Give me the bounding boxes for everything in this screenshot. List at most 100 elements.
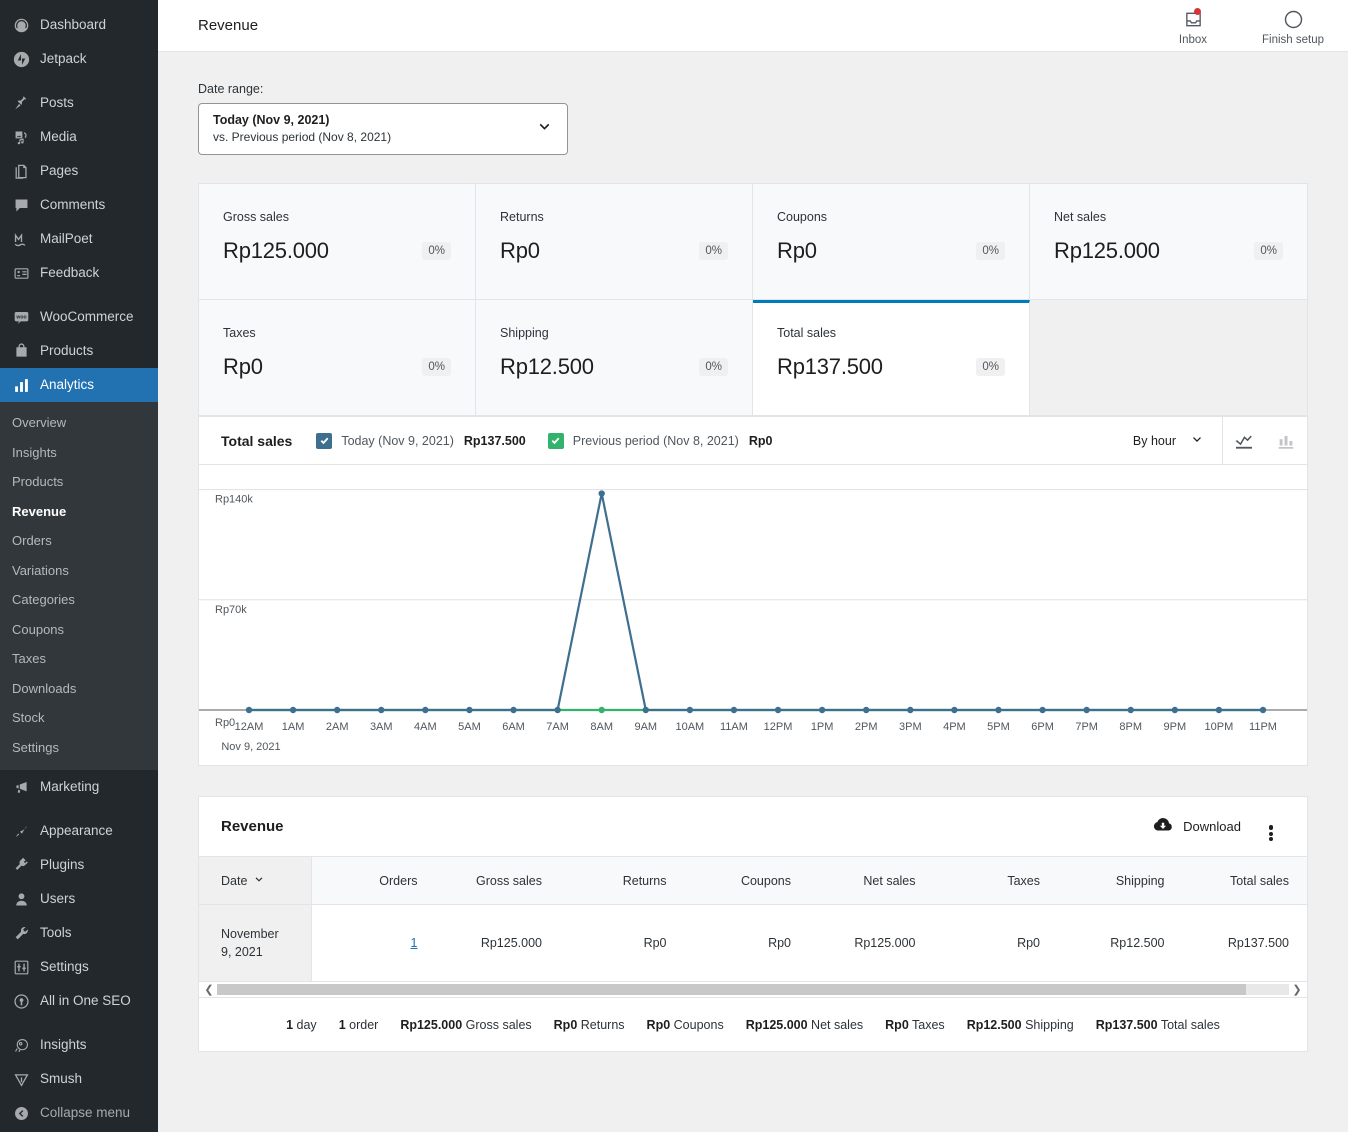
summary-card-taxes[interactable]: Taxes Rp0 0% (199, 300, 476, 416)
summary-card-returns[interactable]: Returns Rp0 0% (476, 184, 753, 300)
scroll-left-arrow-icon[interactable]: ❮ (201, 983, 217, 996)
sidebar-subitem-downloads[interactable]: Downloads (0, 674, 158, 704)
summary-card-delta: 0% (699, 358, 728, 376)
summary-card-net-sales[interactable]: Net sales Rp125.000 0% (1030, 184, 1307, 300)
scrollbar-track[interactable] (217, 984, 1289, 996)
summary-card-coupons[interactable]: Coupons Rp0 0% (753, 184, 1030, 300)
line-chart-icon[interactable] (1223, 417, 1265, 465)
summary-label: Gross sales (465, 1017, 532, 1032)
sidebar-item-marketing[interactable]: Marketing (0, 770, 158, 804)
col-header-coupons[interactable]: Coupons (684, 857, 809, 905)
sidebar-subitem-insights[interactable]: Insights (0, 438, 158, 468)
date-range-text: Today (Nov 9, 2021) vs. Previous period … (213, 112, 536, 145)
inbox-button[interactable]: Inbox (1156, 7, 1230, 46)
date-sort-control[interactable]: Date (221, 873, 265, 888)
legend-item-previous-period[interactable]: Previous period (Nov 8, 2021) Rp0 (547, 432, 772, 449)
date-range-picker[interactable]: Today (Nov 9, 2021) vs. Previous period … (198, 103, 568, 155)
summary-value: Rp125.000 (745, 1017, 808, 1032)
revenue-line-chart[interactable]: Rp0 Rp70k Rp140k 12AM 1AM 2AM 3AM 4AM 5AM 6AM 7AM 8… (199, 465, 1307, 765)
legend-item-today[interactable]: Today (Nov 9, 2021) Rp137.500 (316, 432, 526, 449)
orders-link[interactable]: 1 (411, 936, 418, 950)
col-header-shipping[interactable]: Shipping (1058, 857, 1183, 905)
svg-text:9AM: 9AM (634, 721, 657, 733)
sidebar-subitem-coupons[interactable]: Coupons (0, 615, 158, 645)
sidebar-item-appearance[interactable]: Appearance (0, 814, 158, 848)
download-button[interactable]: Download (1144, 808, 1249, 845)
cell-coupons: Rp0 (684, 904, 809, 983)
legend-value-today: Rp137.500 (463, 433, 526, 448)
col-header-orders[interactable]: Orders (311, 857, 436, 905)
table-horizontal-scrollbar[interactable]: ❮ ❯ (199, 982, 1307, 998)
sidebar-item-collapse-menu[interactable]: Collapse menu (0, 1096, 158, 1130)
sidebar-item-label: Products (40, 343, 94, 359)
date-range-primary: Today (Nov 9, 2021) (213, 113, 330, 128)
sidebar-item-products[interactable]: Products (0, 334, 158, 368)
scrollbar-thumb[interactable] (217, 984, 1247, 996)
scroll-right-arrow-icon[interactable]: ❯ (1289, 983, 1305, 996)
sidebar-item-analytics[interactable]: Analytics (0, 368, 158, 402)
col-header-total-sales[interactable]: Total sales (1182, 857, 1307, 905)
bar-chart-icon[interactable] (1265, 417, 1307, 465)
sidebar-subitem-stock[interactable]: Stock (0, 703, 158, 733)
sidebar-item-dashboard[interactable]: Dashboard (0, 8, 158, 42)
col-header-date[interactable]: Date (199, 857, 312, 905)
summary-card-delta: 0% (1254, 242, 1283, 260)
sidebar-subitem-categories[interactable]: Categories (0, 585, 158, 615)
svg-text:woo: woo (15, 314, 26, 320)
legend-checkbox-previous-period[interactable] (547, 432, 564, 449)
summary-card-label: Returns (500, 210, 544, 224)
summary-card-row: Rp125.000 0% (223, 238, 451, 264)
summary-value: 1 (286, 1017, 294, 1032)
summary-card-value: Rp137.500 (777, 354, 883, 379)
sidebar-subitem-taxes[interactable]: Taxes (0, 644, 158, 674)
sidebar-subitem-orders[interactable]: Orders (0, 526, 158, 556)
summary-value: Rp0 (553, 1017, 578, 1032)
table-header-actions: Download (1144, 808, 1285, 845)
col-header-gross-sales[interactable]: Gross sales (435, 857, 560, 905)
col-header-returns[interactable]: Returns (560, 857, 685, 905)
cell-orders: 1 (311, 904, 436, 983)
sidebar-item-pages[interactable]: Pages (0, 154, 158, 188)
sidebar-subitem-variations[interactable]: Variations (0, 556, 158, 586)
cell-taxes: Rp0 (933, 904, 1058, 983)
sidebar-item-tools[interactable]: Tools (0, 916, 158, 950)
summary-item-gross-sales: Rp125.000 Gross sales (400, 1018, 531, 1032)
finish-setup-button[interactable]: Finish setup (1256, 8, 1330, 46)
col-header-taxes[interactable]: Taxes (933, 857, 1058, 905)
sidebar-item-mailpoet[interactable]: MailPoet (0, 222, 158, 256)
sidebar-item-users[interactable]: Users (0, 882, 158, 916)
legend-checkbox-today[interactable] (316, 432, 333, 449)
sidebar-item-plugins[interactable]: Plugins (0, 848, 158, 882)
svg-text:8AM: 8AM (590, 721, 613, 733)
sidebar-item-all-in-one-seo[interactable]: All in One SEO (0, 984, 158, 1018)
col-header-net-sales[interactable]: Net sales (809, 857, 934, 905)
kebab-menu-icon[interactable] (1257, 813, 1285, 841)
summary-card-delta: 0% (422, 242, 451, 260)
sidebar-item-label: Comments (40, 197, 106, 213)
summary-card-shipping[interactable]: Shipping Rp12.500 0% (476, 300, 753, 416)
summary-item-taxes: Rp0 Taxes (885, 1018, 945, 1032)
sidebar-item-insights[interactable]: Insights (0, 1028, 158, 1062)
sidebar-item-smush[interactable]: Smush (0, 1062, 158, 1096)
appearance-icon (10, 821, 32, 841)
sidebar-subitem-settings[interactable]: Settings (0, 733, 158, 763)
sidebar-item-feedback[interactable]: Feedback (0, 256, 158, 290)
sidebar-item-jetpack[interactable]: Jetpack (0, 42, 158, 76)
collapse-icon (10, 1103, 32, 1123)
summary-item-net-sales: Rp125.000 Net sales (746, 1018, 863, 1032)
interval-select[interactable]: By hour (1115, 417, 1222, 465)
sidebar-item-comments[interactable]: Comments (0, 188, 158, 222)
sidebar-subitem-overview[interactable]: Overview (0, 408, 158, 438)
summary-card-gross-sales[interactable]: Gross sales Rp125.000 0% (199, 184, 476, 300)
sidebar-subitem-products[interactable]: Products (0, 467, 158, 497)
sidebar-item-settings[interactable]: Settings (0, 950, 158, 984)
cell-net-sales: Rp125.000 (809, 904, 934, 983)
sidebar-item-media[interactable]: Media (0, 120, 158, 154)
sidebar-item-posts[interactable]: Posts (0, 86, 158, 120)
summary-card-label: Taxes (223, 326, 256, 340)
interval-select-value: By hour (1132, 433, 1176, 448)
svg-text:2PM: 2PM (855, 721, 878, 733)
sidebar-item-woocommerce[interactable]: woo WooCommerce (0, 300, 158, 334)
sidebar-subitem-revenue[interactable]: Revenue (0, 497, 158, 527)
summary-card-total-sales[interactable]: Total sales Rp137.500 0% (753, 300, 1030, 416)
